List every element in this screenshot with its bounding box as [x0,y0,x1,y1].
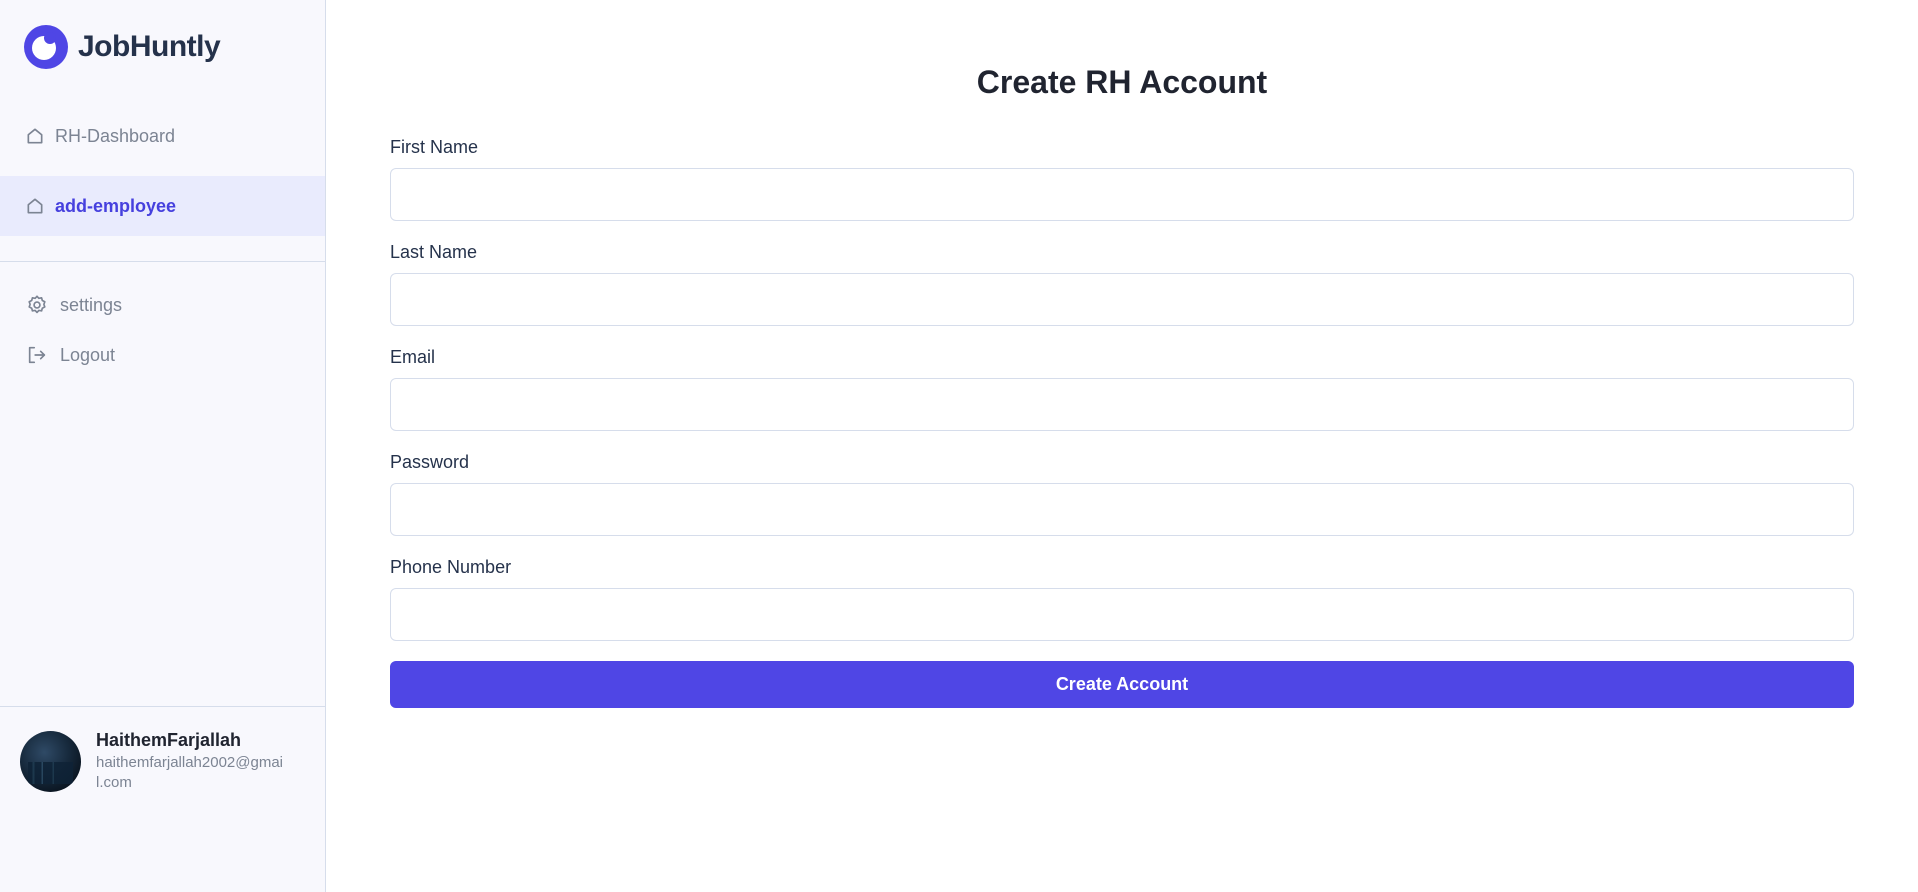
user-info: HaithemFarjallah haithemfarjallah2002@gm… [96,729,286,793]
brand-name: JobHuntly [78,29,221,63]
brand[interactable]: JobHuntly [0,0,325,70]
email-label: Email [390,347,436,367]
home-icon [25,196,45,216]
user-profile[interactable]: HaithemFarjallah haithemfarjallah2002@gm… [0,706,325,793]
main-content: Create RH Account First Name Last Name E… [326,0,1918,892]
brand-logo-icon [24,24,68,69]
first-name-input[interactable] [390,168,1854,221]
first-name-field: First Name [390,136,1854,221]
first-name-label: First Name [390,137,479,157]
sidebar-divider [0,261,325,262]
sidebar: JobHuntly RH-Dashboard add-employee sett… [0,0,326,892]
last-name-field: Last Name [390,241,1854,326]
last-name-label: Last Name [390,242,478,262]
password-field: Password [390,451,1854,536]
email-input[interactable] [390,378,1854,431]
last-name-input[interactable] [390,273,1854,326]
phone-number-input[interactable] [390,588,1854,641]
home-icon [25,126,45,146]
sidebar-item-label: RH-Dashboard [55,125,176,146]
sidebar-item-label: settings [60,294,123,315]
gear-icon [26,294,48,316]
create-account-form: First Name Last Name Email Password Phon… [390,136,1854,708]
sidebar-item-logout[interactable]: Logout [0,330,325,380]
user-name: HaithemFarjallah [96,730,242,750]
app-root: JobHuntly RH-Dashboard add-employee sett… [0,0,1918,892]
password-label: Password [390,452,470,472]
sidebar-item-settings[interactable]: settings [0,280,325,330]
create-account-button[interactable]: Create Account [390,661,1854,708]
sidebar-item-label: Logout [60,344,116,365]
logout-icon [26,344,48,366]
sidebar-secondary-nav: settings Logout [0,280,325,380]
sidebar-item-add-employee[interactable]: add-employee [0,176,325,236]
page-title: Create RH Account [976,64,1268,100]
sidebar-nav: RH-Dashboard add-employee [0,106,325,236]
password-input[interactable] [390,483,1854,536]
user-email: haithemfarjallah2002@gmail.com [96,754,284,791]
sidebar-item-rh-dashboard[interactable]: RH-Dashboard [0,106,325,166]
sidebar-item-label: add-employee [55,195,177,216]
avatar [20,731,81,792]
phone-number-label: Phone Number [390,557,512,577]
email-field: Email [390,346,1854,431]
phone-number-field: Phone Number [390,556,1854,641]
